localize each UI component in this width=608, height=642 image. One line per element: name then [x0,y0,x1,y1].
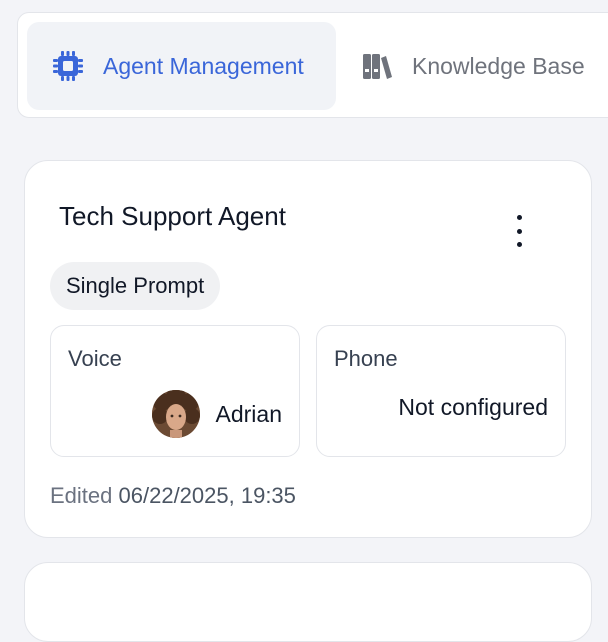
voice-value: Adrian [215,400,282,427]
tab-label: Knowledge Base [412,52,585,79]
voice-box: Voice Adrian [50,325,300,457]
tab-knowledge-base[interactable]: Knowledge Base [360,22,608,110]
tab-label: Agent Management [103,52,304,79]
more-options-icon[interactable] [507,215,531,247]
phone-value: Not configured [398,394,548,420]
edited-timestamp: Edited 06/22/2025, 19:35 [50,483,296,509]
agent-card[interactable] [24,562,592,642]
edited-label: Edited [50,483,113,508]
tab-agent-management[interactable]: Agent Management [27,22,336,110]
edited-value: 06/22/2025, 19:35 [118,483,296,508]
avatar [151,390,200,438]
voice-label: Voice [68,346,122,371]
top-navigation: Agent Management Knowledge Base [17,12,608,118]
agent-type-badge: Single Prompt [50,262,221,310]
chip-icon [51,49,85,83]
phone-label: Phone [334,346,398,371]
agent-card[interactable]: Tech Support Agent Single Prompt Voice A… [24,160,592,538]
books-icon [360,49,394,83]
agent-title: Tech Support Agent [59,201,286,231]
phone-box: Phone Not configured [316,325,566,457]
